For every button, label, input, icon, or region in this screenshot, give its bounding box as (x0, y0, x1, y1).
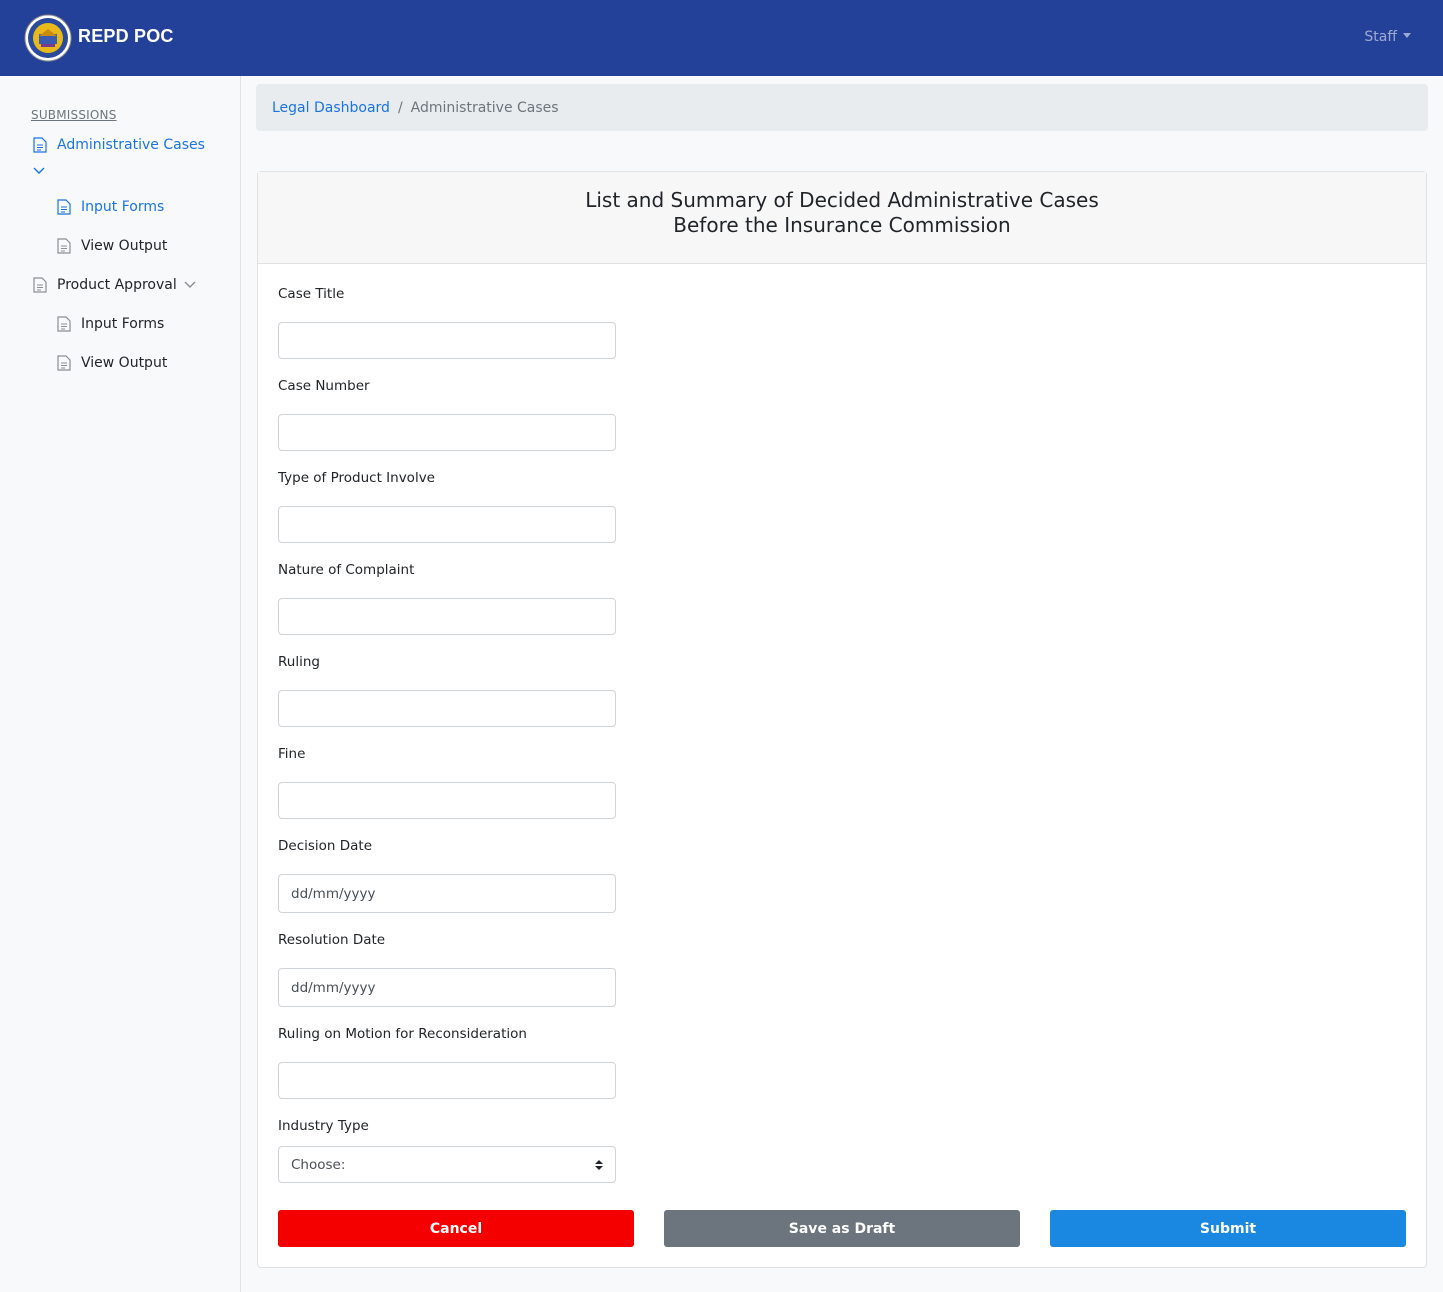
document-icon (33, 277, 47, 293)
case-title-label: Case Title (278, 286, 345, 302)
sidebar-item-admin-view-output[interactable]: View Output (57, 238, 167, 254)
nature-of-complaint-input[interactable] (278, 598, 616, 635)
sidebar-item-label: Administrative Cases (57, 137, 205, 153)
cancel-button[interactable]: Cancel (278, 1210, 634, 1247)
breadcrumb-link-legal-dashboard[interactable]: Legal Dashboard (272, 100, 390, 116)
decision-date-label: Decision Date (278, 838, 373, 854)
sidebar-item-product-input-forms[interactable]: Input Forms (57, 316, 164, 332)
save-draft-button[interactable]: Save as Draft (664, 1210, 1020, 1247)
sidebar-item-admin-input-forms[interactable]: Input Forms (57, 199, 164, 215)
breadcrumb-current: Administrative Cases (410, 99, 559, 116)
top-navbar: REPD POC Staff (0, 0, 1443, 76)
industry-type-select[interactable]: Choose: (278, 1146, 616, 1183)
fine-label: Fine (278, 746, 306, 762)
select-arrows-icon (595, 1160, 603, 1170)
case-title-input[interactable] (278, 322, 616, 359)
decision-date-input[interactable]: dd/mm/yyyy (278, 874, 616, 913)
industry-type-label: Industry Type (278, 1118, 369, 1134)
document-icon (57, 238, 71, 254)
sidebar-item-label: Product Approval (57, 277, 177, 293)
form-title-line-1: List and Summary of Decided Administrati… (585, 188, 1099, 212)
chevron-down-icon[interactable] (33, 167, 45, 175)
submit-button[interactable]: Submit (1050, 1210, 1406, 1247)
chevron-down-icon (184, 281, 196, 288)
breadcrumb-separator: / (397, 99, 403, 116)
document-icon (33, 137, 47, 153)
sidebar: SUBMISSIONS Administrative Cases Input F… (0, 76, 241, 1292)
sidebar-item-label: Input Forms (81, 199, 165, 215)
user-menu-label: Staff (1364, 29, 1397, 45)
document-icon (57, 355, 71, 371)
nature-of-complaint-label: Nature of Complaint (278, 562, 415, 578)
sidebar-item-administrative-cases[interactable]: Administrative Cases (33, 137, 205, 153)
user-menu-dropdown[interactable]: Staff (1364, 29, 1411, 45)
sidebar-heading: SUBMISSIONS (31, 108, 117, 122)
resolution-date-label: Resolution Date (278, 932, 386, 948)
ruling-input[interactable] (278, 690, 616, 727)
ruling-label: Ruling (278, 654, 320, 670)
product-type-label: Type of Product Involve (278, 470, 435, 486)
brand-title[interactable]: REPD POC (78, 26, 174, 47)
resolution-date-input[interactable]: dd/mm/yyyy (278, 968, 616, 1007)
caret-down-icon (1403, 33, 1411, 38)
form-title-line-2: Before the Insurance Commission (673, 213, 1011, 237)
case-number-label: Case Number (278, 378, 370, 394)
document-icon (57, 199, 71, 215)
breadcrumb: Legal Dashboard / Administrative Cases (256, 84, 1428, 131)
sidebar-item-label: View Output (81, 238, 168, 254)
sidebar-item-label: Input Forms (81, 316, 165, 332)
motion-reconsideration-label: Ruling on Motion for Reconsideration (278, 1026, 527, 1042)
insurance-commission-seal-icon[interactable] (24, 14, 72, 62)
industry-type-selected-value: Choose: (291, 1156, 346, 1173)
motion-reconsideration-input[interactable] (278, 1062, 616, 1099)
form-header: List and Summary of Decided Administrati… (258, 172, 1426, 264)
product-type-input[interactable] (278, 506, 616, 543)
sidebar-item-product-approval[interactable]: Product Approval (33, 277, 196, 293)
form-card: List and Summary of Decided Administrati… (257, 171, 1427, 1268)
case-number-input[interactable] (278, 414, 616, 451)
fine-input[interactable] (278, 782, 616, 819)
sidebar-item-label: View Output (81, 355, 168, 371)
document-icon (57, 316, 71, 332)
sidebar-item-product-view-output[interactable]: View Output (57, 355, 167, 371)
